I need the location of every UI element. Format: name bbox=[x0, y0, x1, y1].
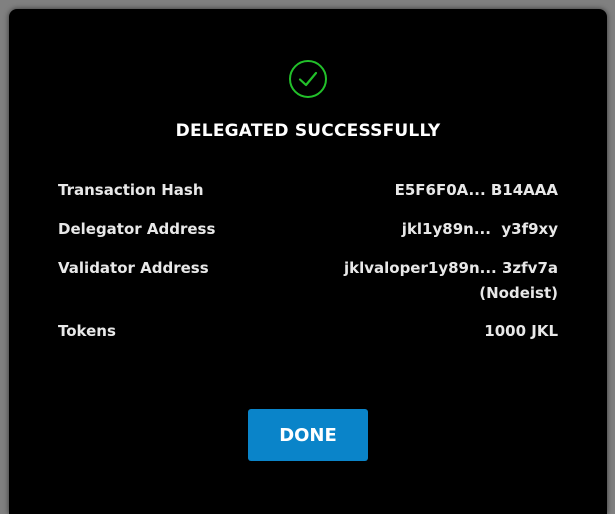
validator-address-label: Validator Address bbox=[58, 259, 209, 277]
tokens-value: 1000 JKL bbox=[484, 322, 558, 340]
delegator-address-label: Delegator Address bbox=[58, 220, 216, 238]
check-circle-icon bbox=[289, 60, 327, 98]
delegator-address-value: jkl1y89n... y3f9xy bbox=[401, 220, 558, 238]
validator-address-value: jklvaloper1y89n... 3zfv7a bbox=[343, 259, 558, 277]
delegation-success-dialog: DELEGATED SUCCESSFULLY Transaction Hash … bbox=[9, 9, 607, 514]
done-button[interactable]: DONE bbox=[248, 409, 368, 461]
transaction-hash-label: Transaction Hash bbox=[58, 181, 204, 199]
transaction-hash-value: E5F6F0A... B14AAA bbox=[394, 181, 558, 199]
dialog-title: DELEGATED SUCCESSFULLY bbox=[175, 121, 441, 141]
validator-moniker: (Nodeist) bbox=[479, 284, 558, 302]
tokens-label: Tokens bbox=[58, 322, 116, 340]
